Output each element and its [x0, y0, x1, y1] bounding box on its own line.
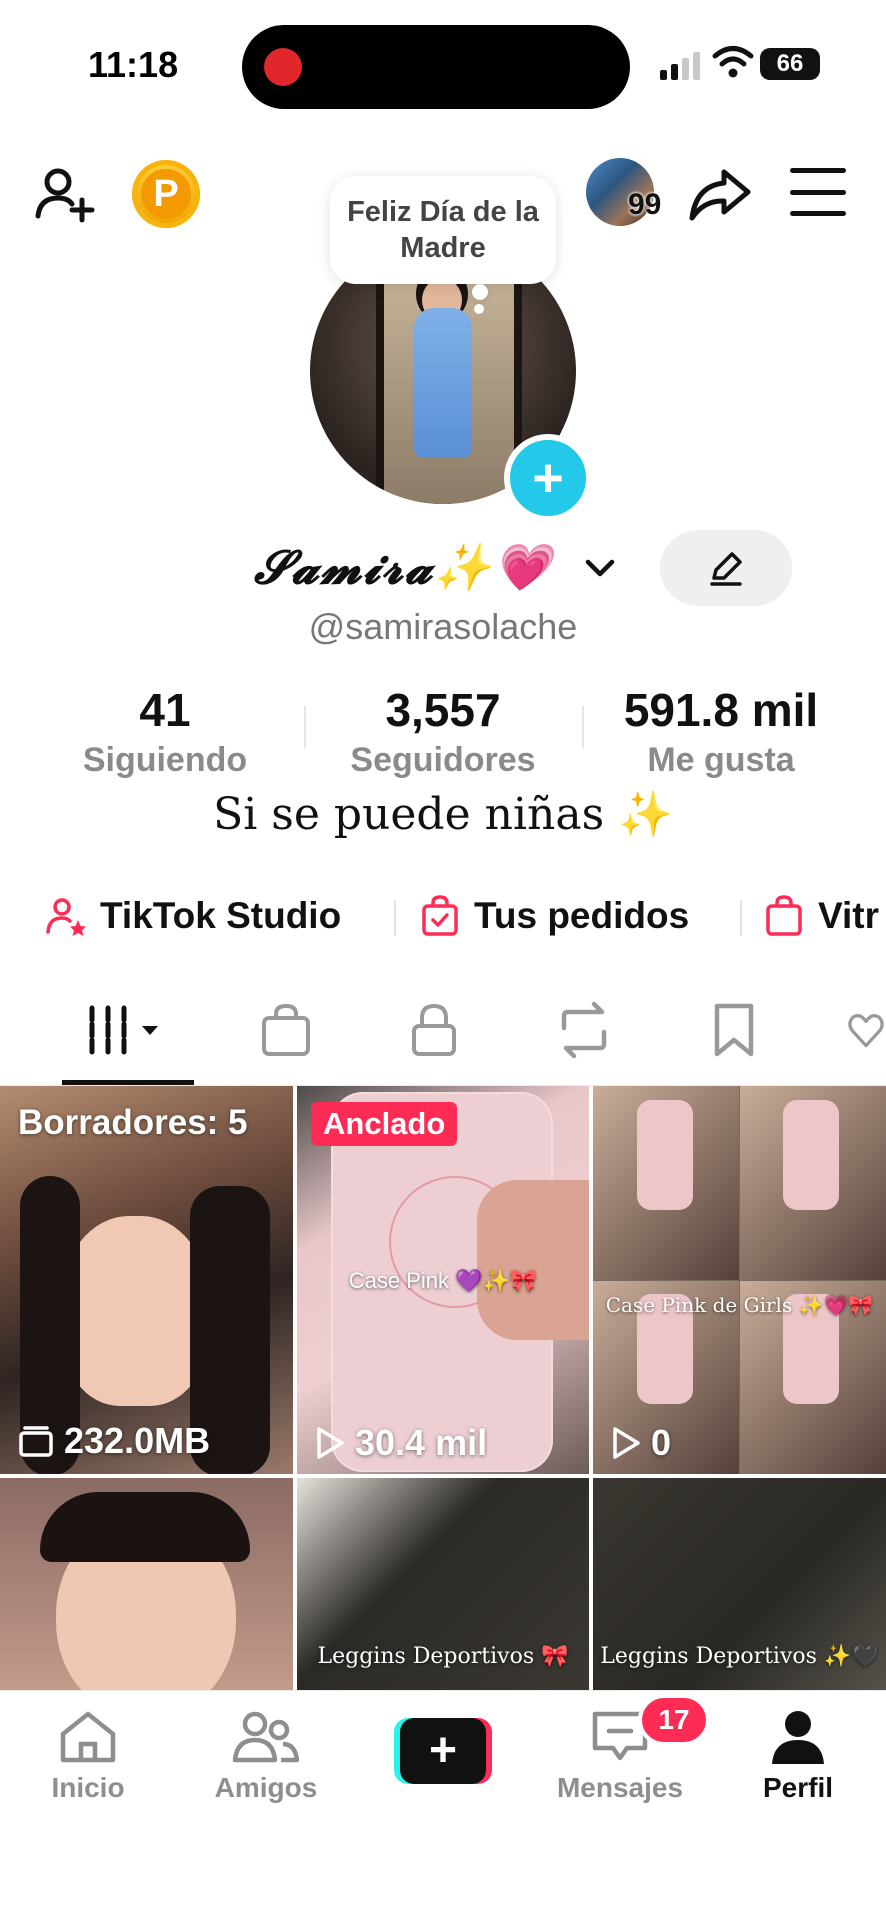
nav-friends[interactable]: Amigos — [186, 1708, 346, 1804]
coins-button[interactable]: P — [132, 160, 200, 228]
video-tile[interactable] — [0, 1478, 293, 1690]
video-caption: Case Pink 💜✨🎀 — [348, 1268, 538, 1293]
drafts-tile[interactable]: Borradores: 5 232.0MB — [0, 1086, 293, 1474]
orders-label: Tus pedidos — [474, 895, 690, 936]
nav-friends-label: Amigos — [214, 1772, 318, 1803]
shop-bag-icon — [262, 1003, 310, 1056]
profile-bio: Si se puede niñas ✨ — [213, 789, 673, 840]
tab-videos[interactable] — [84, 1000, 174, 1060]
pinned-video-tile[interactable]: Anclado Case Pink 💜✨🎀 30.4 mil — [297, 1086, 589, 1474]
status-time: 11:18 — [88, 44, 179, 85]
cell-signal-icon — [660, 46, 700, 80]
share-profile-button[interactable] — [686, 160, 754, 228]
lock-icon — [412, 1003, 456, 1056]
coin-icon: P — [141, 169, 191, 219]
nav-profile[interactable]: Perfil — [718, 1708, 878, 1804]
videos-grid-icon — [89, 1005, 158, 1055]
wifi-icon — [712, 46, 754, 78]
display-name[interactable]: 𝓢𝓪𝓶𝓲𝓻𝓪✨💗 — [254, 540, 552, 596]
drafts-size: 232.0MB — [18, 1420, 210, 1462]
divider — [740, 900, 742, 936]
person-star-icon — [46, 898, 86, 936]
video-tile[interactable]: Case Pink de Girls ✨💗🎀 0 — [593, 1086, 886, 1474]
play-icon — [317, 1427, 344, 1459]
tab-shop[interactable] — [256, 1000, 316, 1060]
share-arrow-icon — [689, 169, 751, 221]
video-caption: Case Pink de Girls ✨💗🎀 — [605, 1293, 874, 1317]
heart-icon — [848, 1014, 884, 1048]
tab-reposts[interactable] — [554, 1000, 614, 1060]
bookmark-icon — [714, 1003, 754, 1057]
add-story-button[interactable]: + — [504, 434, 592, 522]
tab-saved[interactable] — [704, 1000, 764, 1060]
view-count: 30.4 mil — [315, 1422, 487, 1464]
following-label: Siguiendo — [82, 741, 248, 779]
tab-private[interactable] — [404, 1000, 464, 1060]
followers-label: Seguidores — [350, 741, 536, 779]
video-tile[interactable]: Leggins Deportivos 🎀 — [297, 1478, 589, 1690]
divider — [582, 706, 584, 748]
add-friend-button[interactable] — [30, 160, 100, 230]
repost-icon — [561, 1002, 607, 1058]
video-caption: Leggins Deportivos 🎀 — [317, 1644, 569, 1669]
edit-profile-button[interactable] — [660, 530, 792, 606]
create-plus-icon: + — [400, 1718, 486, 1784]
showcase-link[interactable]: Vitr — [762, 890, 879, 942]
bag-icon — [766, 895, 802, 936]
add-user-icon — [35, 168, 95, 223]
view-count: 0 — [611, 1422, 671, 1464]
tab-liked[interactable] — [846, 1000, 886, 1060]
battery-indicator: 66 — [760, 48, 820, 80]
home-icon — [60, 1711, 116, 1763]
likes-count: 591.8 mil — [623, 684, 819, 736]
followers-stat[interactable]: 3,557 Seguidores — [318, 684, 568, 782]
play-icon — [613, 1427, 640, 1459]
following-count: 41 — [139, 684, 191, 736]
video-tile[interactable]: Leggins Deportivos ✨🖤 — [593, 1478, 886, 1690]
username: @samirasolache — [308, 606, 578, 647]
nav-home-label: Inicio — [51, 1772, 125, 1803]
note-bubble-tail — [472, 284, 488, 300]
likes-label: Me gusta — [647, 741, 795, 779]
create-button[interactable]: + — [394, 1718, 492, 1784]
tiktok-studio-label: TikTok Studio — [100, 895, 342, 936]
note-bubble[interactable]: Feliz Día de la Madre — [330, 176, 556, 284]
bag-check-icon — [422, 895, 458, 936]
menu-button[interactable] — [790, 168, 846, 216]
nav-inbox-label: Mensajes — [556, 1772, 684, 1803]
plus-icon: + — [532, 448, 564, 508]
inbox-badge: 17 — [638, 1694, 710, 1746]
tiktok-studio-link[interactable]: TikTok Studio — [44, 890, 341, 942]
divider — [304, 706, 306, 748]
following-stat[interactable]: 41 Siguiendo — [40, 684, 290, 782]
orders-link[interactable]: Tus pedidos — [418, 890, 689, 942]
drafts-title: Borradores: 5 — [18, 1103, 248, 1142]
nav-profile-label: Perfil — [762, 1772, 834, 1803]
profile-icon — [772, 1711, 824, 1764]
pencil-icon — [710, 552, 742, 586]
followers-count: 3,557 — [385, 684, 501, 736]
recording-indicator-icon — [264, 48, 302, 86]
pinned-badge: Anclado — [311, 1102, 458, 1146]
friends-icon — [232, 1711, 300, 1763]
nav-home[interactable]: Inicio — [8, 1708, 168, 1804]
showcase-label: Vitr — [818, 895, 880, 936]
video-caption: Leggins Deportivos ✨🖤 — [600, 1644, 879, 1669]
divider — [394, 900, 396, 936]
drafts-icon — [19, 1426, 53, 1457]
chevron-down-icon[interactable] — [584, 556, 616, 580]
hamburger-icon — [790, 168, 846, 173]
likes-stat[interactable]: 591.8 mil Me gusta — [596, 684, 846, 782]
profile-visitors-count: 99 — [628, 188, 662, 221]
